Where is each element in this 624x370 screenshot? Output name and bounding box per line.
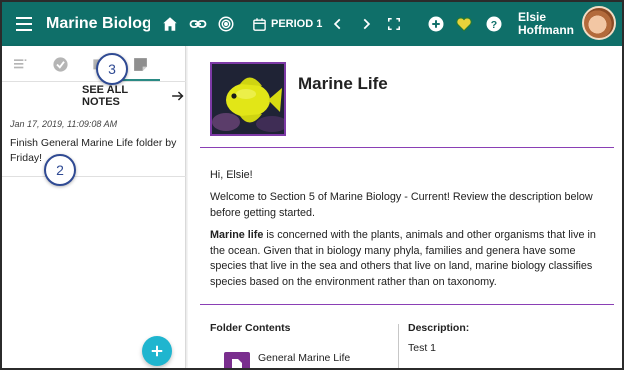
heart-icon[interactable] [454, 14, 474, 34]
home-icon[interactable] [160, 14, 180, 34]
column-divider [398, 324, 399, 368]
app-window: Marine Biolog… PERIOD 1 ? [0, 0, 624, 370]
folder-contents-heading: Folder Contents [210, 322, 291, 334]
description-body: is concerned with the plants, animals an… [210, 229, 596, 288]
see-all-notes-link[interactable]: SEE ALL NOTES [82, 84, 185, 108]
note-icon[interactable] [130, 54, 150, 74]
user-last-name: Hoffmann [518, 23, 574, 37]
description-bold: Marine life [210, 229, 264, 241]
app-title[interactable]: Marine Biolog… [46, 14, 150, 34]
calendar-icon [253, 17, 266, 31]
sidebar-tabs [2, 46, 186, 82]
add-circle-icon[interactable] [426, 14, 446, 34]
check-circle-icon[interactable] [50, 54, 70, 74]
folder-title: Marine Life [298, 74, 388, 93]
file-icon [224, 352, 250, 368]
help-icon[interactable]: ? [484, 14, 504, 34]
welcome-text: Welcome to Section 5 of Marine Biology -… [210, 191, 593, 219]
yellow-fish-image [212, 64, 284, 134]
link-icon[interactable] [188, 14, 208, 34]
description-heading: Description: [408, 322, 470, 334]
folder-thumbnail [210, 62, 286, 136]
plus-icon [151, 345, 163, 357]
add-note-button[interactable] [142, 336, 172, 366]
description-value: Test 1 [408, 342, 437, 354]
divider [2, 176, 186, 177]
target-icon[interactable] [216, 14, 236, 34]
chevron-left-icon[interactable] [328, 14, 348, 34]
list-icon[interactable] [10, 54, 30, 74]
period-selector[interactable]: PERIOD 1 [252, 14, 322, 34]
notes-sidebar: SEE ALL NOTES Jan 17, 2019, 11:09:08 AM … [2, 46, 186, 368]
chevron-right-icon[interactable] [356, 14, 376, 34]
hamburger-icon[interactable] [14, 14, 34, 34]
divider [200, 304, 614, 305]
divider [200, 147, 614, 148]
avatar[interactable] [582, 6, 616, 40]
folder-content: Marine Life Hi, Elsie! Welcome to Sectio… [188, 46, 622, 368]
svg-text:?: ? [491, 19, 497, 31]
arrow-right-icon [172, 91, 184, 101]
see-all-notes-label: SEE ALL NOTES [82, 84, 128, 108]
folder-item[interactable]: General Marine Life [224, 352, 350, 368]
note-timestamp: Jan 17, 2019, 11:09:08 AM [10, 119, 118, 129]
fullscreen-icon[interactable] [384, 14, 404, 34]
note-text[interactable]: Finish General Marine Life folder by Fri… [10, 136, 178, 166]
description-paragraph: Marine life is concerned with the plants… [210, 228, 610, 290]
top-bar: Marine Biolog… PERIOD 1 ? [2, 2, 622, 46]
period-label: PERIOD 1 [271, 18, 323, 30]
user-name[interactable]: Elsie Hoffmann [518, 10, 574, 38]
active-tab-indicator [120, 79, 160, 81]
greeting-text: Hi, Elsie! [210, 169, 253, 181]
folder-item-label: General Marine Life [258, 352, 351, 364]
callout-badge-notes-tab: 3 [96, 53, 128, 85]
callout-badge-note: 2 [44, 154, 76, 186]
